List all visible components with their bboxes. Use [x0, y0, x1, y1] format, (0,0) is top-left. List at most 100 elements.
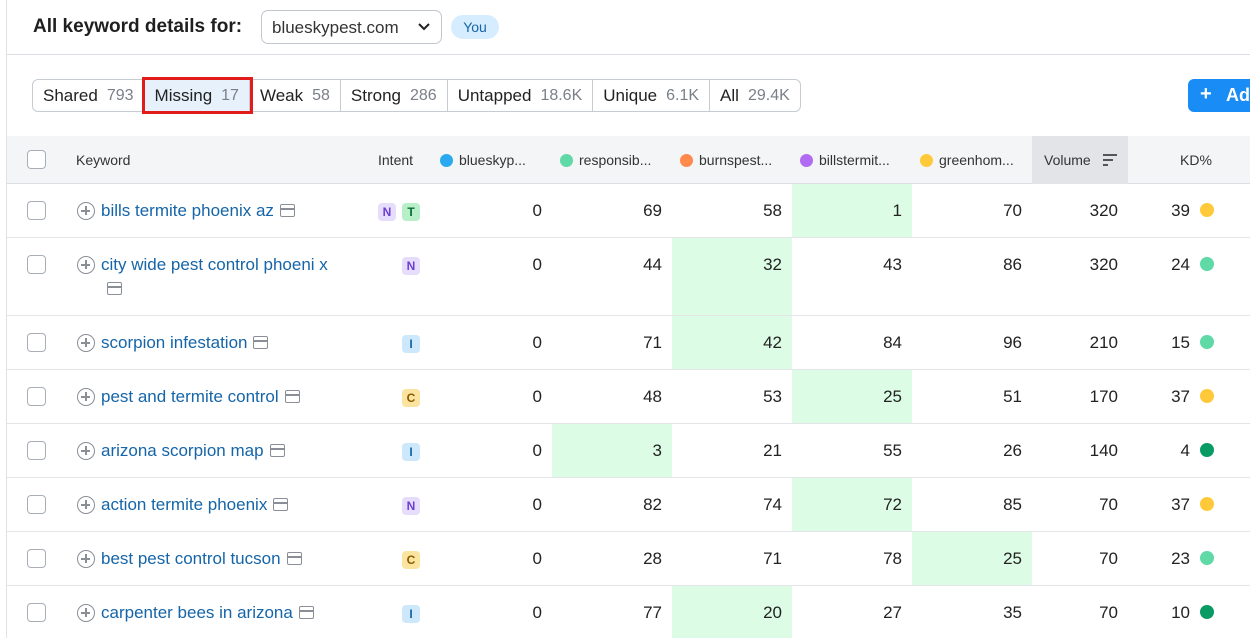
serp-features-icon[interactable] — [107, 282, 122, 295]
tab-strong[interactable]: Strong 286 — [341, 80, 448, 111]
competitor-position: 0 — [532, 333, 542, 352]
competitor-position: 71 — [763, 549, 782, 568]
kd-difficulty-dot — [1200, 335, 1214, 349]
serp-features-icon[interactable] — [253, 336, 269, 349]
competitor-position: 74 — [763, 495, 782, 514]
volume-header-label: Volume — [1044, 152, 1091, 168]
row-checkbox[interactable] — [27, 441, 46, 460]
column-header-competitor[interactable]: burnspest... — [680, 136, 772, 184]
keyword-link[interactable]: city wide pest control phoeni x — [101, 253, 341, 301]
add-keyword-icon[interactable] — [77, 388, 95, 406]
competitor-position: 35 — [1003, 603, 1022, 622]
competitor-position: 43 — [883, 255, 902, 274]
column-header-kd[interactable]: KD% — [1180, 136, 1212, 184]
column-header-intent[interactable]: Intent — [378, 136, 413, 184]
competitor-position: 3 — [652, 441, 662, 460]
table-row: pest and termite control C 0 48 53 25 51 170 37 — [7, 370, 1250, 424]
competitor-position: 0 — [532, 549, 542, 568]
plus-icon: + — [1200, 83, 1212, 105]
intent-badge-i: I — [402, 605, 420, 623]
kd-difficulty-dot — [1200, 203, 1214, 217]
keyword-link[interactable]: pest and termite control — [101, 385, 341, 409]
row-checkbox[interactable] — [27, 333, 46, 352]
add-keyword-icon[interactable] — [77, 256, 95, 274]
competitor-position: 71 — [643, 333, 662, 352]
tab-label: Weak — [259, 85, 304, 105]
tab-missing[interactable]: Missing 17 — [141, 77, 253, 114]
tab-label: All — [720, 85, 739, 105]
add-keyword-icon[interactable] — [77, 604, 95, 622]
competitor-position: 20 — [763, 603, 782, 622]
keyword-link[interactable]: action termite phoenix — [101, 493, 341, 517]
column-header-volume[interactable]: Volume — [1032, 136, 1128, 184]
add-to-list-button[interactable]: + Add — [1188, 79, 1250, 112]
competitor-position: 0 — [532, 603, 542, 622]
column-header-competitor[interactable]: responsib... — [560, 136, 651, 184]
tab-weak[interactable]: Weak 58 — [250, 80, 341, 111]
intent-badge-t: T — [402, 203, 420, 221]
row-checkbox[interactable] — [27, 549, 46, 568]
competitor-color-dot — [680, 154, 693, 167]
add-keyword-icon[interactable] — [77, 496, 95, 514]
tab-count: 58 — [312, 86, 330, 104]
volume-value: 320 — [1089, 255, 1118, 274]
column-header-competitor[interactable]: billstermit... — [800, 136, 890, 184]
competitor-color-dot — [920, 154, 933, 167]
add-keyword-icon[interactable] — [77, 334, 95, 352]
table-row: bills termite phoenix az N T 0 69 58 1 70 320 39 — [7, 184, 1250, 238]
tab-shared[interactable]: Shared 793 — [33, 80, 145, 111]
page-title: All keyword details for: — [33, 16, 243, 37]
keyword-link[interactable]: best pest control tucson — [101, 547, 341, 571]
keyword-link[interactable]: bills termite phoenix az — [101, 199, 341, 223]
column-header-keyword[interactable]: Keyword — [76, 136, 130, 184]
competitor-position: 77 — [643, 603, 662, 622]
tab-unique[interactable]: Unique 6.1K — [593, 80, 711, 111]
serp-features-icon[interactable] — [269, 444, 285, 457]
intent-badge-c: C — [402, 389, 420, 407]
keyword-link[interactable]: scorpion infestation — [101, 331, 341, 355]
competitor-position: 82 — [643, 495, 662, 514]
competitor-position: 55 — [883, 441, 902, 460]
competitor-label: burnspest... — [699, 152, 773, 168]
competitor-position: 28 — [643, 549, 662, 568]
column-header-competitor[interactable]: greenhom... — [920, 136, 1014, 184]
row-checkbox[interactable] — [27, 255, 46, 274]
row-checkbox[interactable] — [27, 495, 46, 514]
serp-features-icon[interactable] — [284, 390, 300, 403]
kd-value: 23 — [1171, 549, 1190, 568]
keyword-link[interactable]: carpenter bees in arizona — [101, 601, 341, 625]
table-row: scorpion infestation I 0 71 42 84 96 210 15 — [7, 316, 1250, 370]
competitor-position: 26 — [1003, 441, 1022, 460]
serp-features-icon[interactable] — [279, 204, 295, 217]
tab-count: 6.1K — [666, 86, 700, 104]
sort-icon — [1102, 154, 1117, 166]
intent-badge-i: I — [402, 335, 420, 353]
add-keyword-icon[interactable] — [77, 550, 95, 568]
intent-badge-i: I — [402, 443, 420, 461]
row-checkbox[interactable] — [27, 387, 46, 406]
competitor-position: 69 — [643, 201, 662, 220]
tab-all[interactable]: All 29.4K — [710, 80, 800, 111]
tab-untapped[interactable]: Untapped 18.6K — [448, 80, 594, 111]
competitor-position: 21 — [763, 441, 782, 460]
column-header-competitor[interactable]: blueskyp... — [440, 136, 526, 184]
add-keyword-icon[interactable] — [77, 202, 95, 220]
volume-value: 210 — [1089, 333, 1118, 352]
serp-features-icon[interactable] — [273, 498, 289, 511]
row-checkbox[interactable] — [27, 201, 46, 220]
volume-value: 70 — [1099, 603, 1118, 622]
select-all-checkbox[interactable] — [27, 150, 46, 169]
serp-features-icon[interactable] — [298, 606, 314, 619]
keyword-gap-panel: All keyword details for: blueskypest.com… — [6, 0, 1250, 638]
competitor-position: 27 — [883, 603, 902, 622]
kd-value: 37 — [1171, 495, 1190, 514]
domain-dropdown[interactable]: blueskypest.com — [261, 10, 442, 44]
keyword-link[interactable]: arizona scorpion map — [101, 439, 341, 463]
serp-features-icon[interactable] — [286, 552, 302, 565]
add-keyword-icon[interactable] — [77, 442, 95, 460]
row-checkbox[interactable] — [27, 603, 46, 622]
tab-label: Unique — [603, 85, 658, 105]
kd-difficulty-dot — [1200, 389, 1214, 403]
competitor-position: 58 — [763, 201, 782, 220]
kd-value: 15 — [1171, 333, 1190, 352]
